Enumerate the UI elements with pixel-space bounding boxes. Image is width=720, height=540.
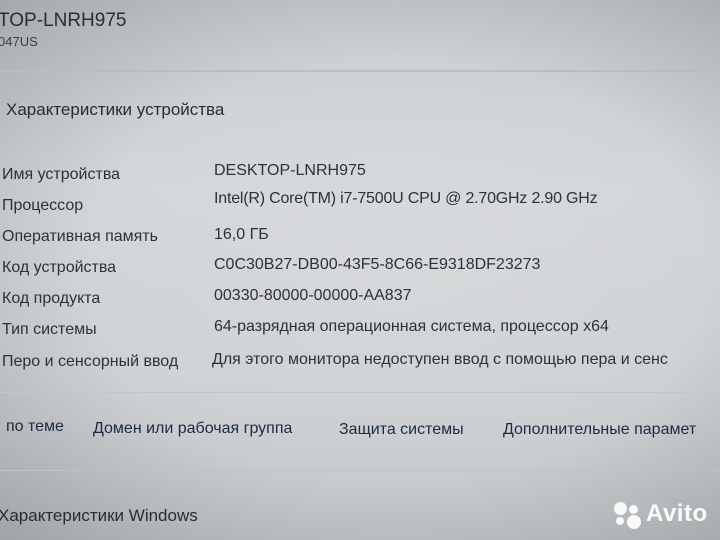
- domain-workgroup-link[interactable]: Домен или рабочая группа: [93, 420, 292, 438]
- avito-watermark-text: Avito: [646, 500, 708, 527]
- avito-logo-icon: [612, 502, 644, 530]
- specs-divider: [0, 392, 720, 393]
- advanced-settings-link[interactable]: Дополнительные парамет: [503, 421, 696, 439]
- related-settings-link[interactable]: по теме: [6, 418, 64, 436]
- spec-label-device-id: Код устройства: [2, 259, 117, 276]
- spec-label-device-name: Имя устройства: [2, 166, 121, 183]
- device-specs-heading: Характеристики устройства: [6, 100, 225, 119]
- spec-value-ram[interactable]: 16,0 ГБ: [214, 226, 269, 244]
- system-protection-link[interactable]: Защита системы: [339, 421, 464, 439]
- spec-label-system-type: Тип системы: [2, 321, 97, 338]
- spec-label-ram: Оперативная память: [2, 228, 158, 245]
- header-divider: [0, 70, 720, 72]
- spec-label-processor: Процессор: [2, 197, 84, 214]
- avito-watermark: Avito: [612, 500, 720, 532]
- spec-value-system-type[interactable]: 64-разрядная операционная система, проце…: [214, 318, 609, 336]
- spec-value-pen-touch[interactable]: Для этого монитора недоступен ввод с пом…: [212, 351, 668, 369]
- window-subtitle: 047US: [0, 34, 38, 49]
- spec-label-pen-touch: Перо и сенсорный ввод: [2, 353, 179, 370]
- links-divider: [0, 470, 720, 471]
- spec-value-processor[interactable]: Intel(R) Core(TM) i7-7500U CPU @ 2.70GHz…: [214, 190, 598, 208]
- window-title: TOP-LNRH975: [0, 10, 127, 31]
- spec-value-product-id[interactable]: 00330-80000-00000-AA837: [214, 287, 412, 305]
- spec-label-product-id: Код продукта: [2, 290, 101, 307]
- windows-specs-heading: Характеристики Windows: [0, 506, 198, 525]
- spec-value-device-name[interactable]: DESKTOP-LNRH975: [214, 162, 366, 180]
- spec-value-device-id[interactable]: C0C30B27-DB00-43F5-8C66-E9318DF23273: [214, 256, 540, 274]
